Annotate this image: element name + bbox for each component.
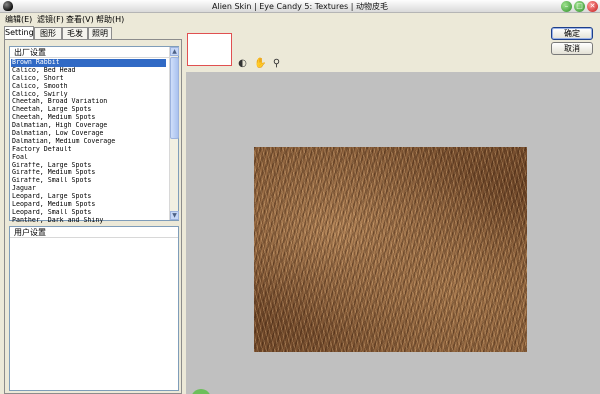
user-settings-header: 用户设置 [10, 227, 178, 238]
menu-bar: 编辑(E) 滤镜(F) 查看(V) 帮助(H) [0, 13, 600, 26]
cancel-button[interactable]: 取消 [551, 42, 593, 55]
factory-settings-list: 出厂设置 Brown Rabbit Calico, Bed Head Calico,… [9, 46, 179, 224]
fur-texture-preview [254, 147, 527, 352]
factory-setting-item[interactable]: Dalmatian, High Coverage [11, 122, 166, 130]
preview-canvas[interactable] [186, 72, 600, 394]
close-icon[interactable]: ✕ [587, 1, 598, 12]
maximize-icon[interactable]: □ [574, 1, 585, 12]
scroll-thumb[interactable] [170, 57, 179, 139]
factory-setting-item[interactable]: Dalmatian, Low Coverage [11, 130, 166, 138]
hand-icon[interactable]: ✋ [254, 57, 267, 70]
factory-setting-item[interactable]: Giraffe, Small Spots [11, 177, 166, 185]
factory-setting-item[interactable]: Calico, Swirly [11, 91, 166, 99]
settings-panel: 出厂设置 Brown Rabbit Calico, Bed Head Calico,… [4, 39, 182, 394]
zoom-icon[interactable]: ⚲ [270, 57, 283, 70]
factory-setting-item[interactable]: Giraffe, Large Spots [11, 162, 166, 170]
ok-button[interactable]: 确定 [551, 27, 593, 40]
factory-setting-item[interactable]: Cheetah, Broad Variation [11, 98, 166, 106]
factory-setting-item[interactable]: Calico, Bed Head [11, 67, 166, 75]
menu-edit[interactable]: 编辑(E) [5, 14, 32, 25]
factory-setting-item[interactable]: Dalmatian, Medium Coverage [11, 138, 166, 146]
factory-setting-item[interactable]: Panther, Dark and Shiny [11, 217, 166, 225]
title-bar: Alien Skin | Eye Candy 5: Textures | 动物皮… [0, 0, 600, 13]
factory-setting-item[interactable]: Brown Rabbit [11, 59, 166, 67]
factory-setting-item[interactable]: Leopard, Medium Spots [11, 201, 166, 209]
factory-setting-item[interactable]: Giraffe, Medium Spots [11, 169, 166, 177]
factory-settings-header: 出厂设置 [10, 47, 178, 58]
menu-filter[interactable]: 滤镜(F) [37, 14, 64, 25]
user-settings-list: 用户设置 [9, 226, 179, 391]
factory-setting-item[interactable]: Factory Default [11, 146, 166, 154]
compare-icon[interactable]: ◐ [236, 57, 249, 70]
factory-setting-item[interactable]: Cheetah, Medium Spots [11, 114, 166, 122]
factory-setting-item[interactable]: Calico, Smooth [11, 83, 166, 91]
factory-setting-item[interactable]: Leopard, Small Spots [11, 209, 166, 217]
navigator-preview[interactable] [187, 33, 232, 66]
factory-setting-item[interactable]: Cheetah, Large Spots [11, 106, 166, 114]
factory-settings-scrollbar[interactable]: ▲ ▼ [169, 47, 179, 220]
factory-setting-item[interactable]: Foal [11, 154, 166, 162]
menu-help[interactable]: 帮助(H) [96, 14, 124, 25]
menu-view[interactable]: 查看(V) [66, 14, 94, 25]
window-title: Alien Skin | Eye Candy 5: Textures | 动物皮… [212, 2, 388, 11]
scroll-up-icon[interactable]: ▲ [170, 47, 179, 56]
factory-settings-rows: Brown Rabbit Calico, Bed Head Calico, Shor… [11, 59, 166, 225]
tab-settings[interactable]: Settings [4, 26, 38, 40]
factory-setting-item[interactable]: Jaguar [11, 185, 166, 193]
scroll-down-icon[interactable]: ▼ [170, 211, 179, 220]
factory-setting-item[interactable]: Calico, Short [11, 75, 166, 83]
minimize-icon[interactable]: – [561, 1, 572, 12]
factory-setting-item[interactable]: Leopard, Large Spots [11, 193, 166, 201]
